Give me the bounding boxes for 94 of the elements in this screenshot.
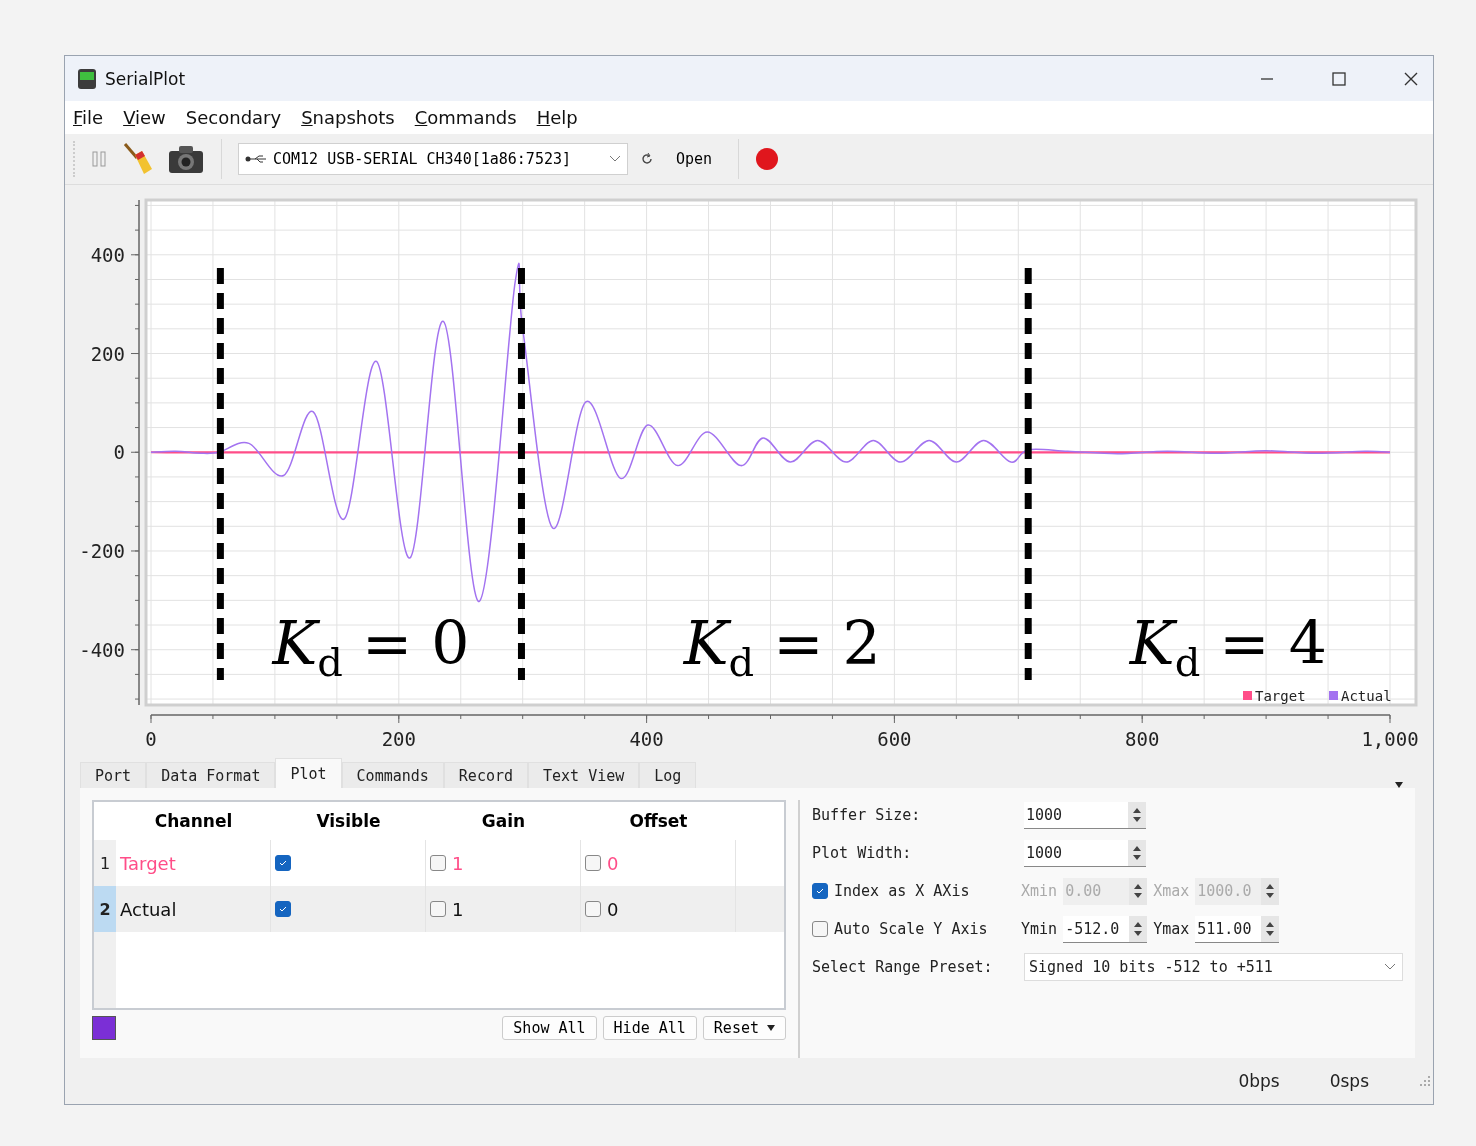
port-dropdown[interactable]: COM12 USB-SERIAL CH340[1a86:7523]: [238, 143, 628, 175]
menu-item[interactable]: View: [123, 107, 166, 128]
x-tick-label: 1,000: [1361, 728, 1419, 750]
tab[interactable]: Plot: [275, 758, 342, 788]
offset-value: 0: [607, 852, 619, 874]
menu-item[interactable]: Help: [536, 107, 578, 128]
spin-field[interactable]: 1000: [1024, 801, 1146, 829]
camera-icon[interactable]: [167, 143, 205, 175]
legend-label: Target: [1255, 688, 1306, 704]
tab[interactable]: Data Format: [146, 762, 276, 788]
field-label: Plot Width:: [812, 844, 913, 862]
checkbox[interactable]: [275, 855, 291, 871]
checkbox[interactable]: [585, 901, 601, 917]
panel-button[interactable]: Hide All: [602, 1016, 697, 1040]
column-header: Channel: [153, 811, 234, 831]
panel-button[interactable]: Reset: [702, 1016, 786, 1040]
tab[interactable]: Log: [639, 762, 697, 788]
panel-button[interactable]: Show All: [502, 1016, 597, 1040]
checkmark-icon: [278, 904, 288, 914]
open-button[interactable]: Open: [666, 144, 723, 174]
refresh-icon[interactable]: [640, 152, 654, 166]
y-tick-label: -400: [79, 638, 125, 661]
channel-name: Actual: [116, 886, 271, 932]
size-grip-icon: [1419, 1075, 1431, 1087]
field-label: Xmin: [1021, 882, 1058, 900]
gain-annotation: K$_{d}$ = 0: [272, 607, 470, 685]
field-label: Ymax: [1153, 920, 1190, 938]
app-icon: [77, 67, 97, 90]
color-swatch[interactable]: [92, 1016, 116, 1040]
y-tick-label: 200: [90, 342, 125, 365]
spin-field[interactable]: 511.00: [1195, 915, 1280, 943]
maximize-icon[interactable]: [1331, 70, 1347, 87]
gain-value: 1: [452, 852, 464, 874]
record-icon[interactable]: [755, 147, 780, 171]
window-title: SerialPlot: [105, 68, 186, 89]
menu-item[interactable]: Commands: [414, 107, 517, 128]
legend-label: Actual: [1341, 688, 1392, 704]
tab[interactable]: Record: [443, 762, 529, 788]
menu-item[interactable]: File: [73, 107, 104, 128]
checkbox[interactable]: [585, 855, 601, 871]
spin-arrows-icon[interactable]: [1133, 845, 1141, 860]
checkbox-label: Auto Scale Y Axis: [834, 920, 988, 938]
tab[interactable]: Commands: [341, 762, 444, 788]
spin-arrows-icon[interactable]: [1266, 884, 1275, 898]
tab[interactable]: Port: [80, 762, 147, 788]
tab-scroll-icon[interactable]: [1395, 782, 1403, 788]
spin-arrows-icon[interactable]: [1134, 921, 1143, 936]
field-label: Xmax: [1153, 882, 1190, 900]
gain-value: 1: [452, 898, 464, 920]
row-number: 2: [94, 886, 116, 932]
close-icon[interactable]: [1403, 70, 1419, 87]
checkmark-icon: [278, 858, 288, 868]
chevron-icon: [609, 155, 621, 163]
chevron-icon: [1384, 963, 1396, 971]
broom-icon[interactable]: [121, 142, 155, 176]
status-text: 0bps: [1238, 1071, 1280, 1091]
field-label: Ymin: [1021, 920, 1058, 938]
status-text: 0sps: [1329, 1071, 1369, 1091]
field-label: Select Range Preset:: [812, 958, 994, 976]
checkbox[interactable]: [812, 921, 828, 937]
field-label: Buffer Size:: [812, 806, 922, 824]
y-tick-label: 400: [90, 243, 125, 266]
x-tick-label: 0: [145, 728, 157, 750]
checkbox[interactable]: [275, 901, 291, 917]
x-tick-label: 800: [1125, 728, 1160, 750]
usb-icon: [245, 154, 269, 164]
x-tick-label: 400: [629, 728, 664, 750]
checkbox-label: Index as X AXis: [834, 882, 970, 900]
menu-item[interactable]: Secondary: [185, 107, 282, 128]
checkbox[interactable]: [430, 855, 446, 871]
spin-arrows-icon[interactable]: [1134, 884, 1143, 898]
x-tick-label: 200: [381, 728, 416, 750]
y-tick-label: 0: [113, 441, 125, 464]
tab[interactable]: Text View: [528, 762, 640, 788]
x-tick-label: 600: [877, 728, 912, 750]
checkmark-icon: [815, 886, 825, 896]
gain-annotation: K$_{d}$ = 4: [1129, 607, 1327, 685]
column-header: Offset: [628, 811, 689, 831]
checkbox[interactable]: [430, 901, 446, 917]
spin-field[interactable]: 1000: [1024, 839, 1146, 867]
spin-arrows-icon[interactable]: [1133, 807, 1141, 822]
range-dropdown[interactable]: Signed 10 bits -512 to +511: [1024, 953, 1403, 981]
offset-value: 0: [607, 898, 619, 920]
channel-row[interactable]: 2 Actual 1 0: [94, 886, 784, 932]
column-header: Visible: [315, 811, 382, 831]
spin-arrows-icon[interactable]: [1266, 921, 1275, 936]
row-number: 1: [94, 840, 116, 886]
spin-field[interactable]: -512.0: [1063, 915, 1148, 943]
gain-annotation: K$_{d}$ = 2: [683, 607, 881, 685]
y-tick-label: -200: [79, 540, 125, 562]
menu-item[interactable]: Snapshots: [301, 107, 395, 128]
dropdown-icon[interactable]: [767, 1025, 775, 1031]
column-header: Gain: [480, 811, 527, 831]
port-name: COM12 USB-SERIAL CH340[1a86:7523]: [273, 150, 572, 168]
